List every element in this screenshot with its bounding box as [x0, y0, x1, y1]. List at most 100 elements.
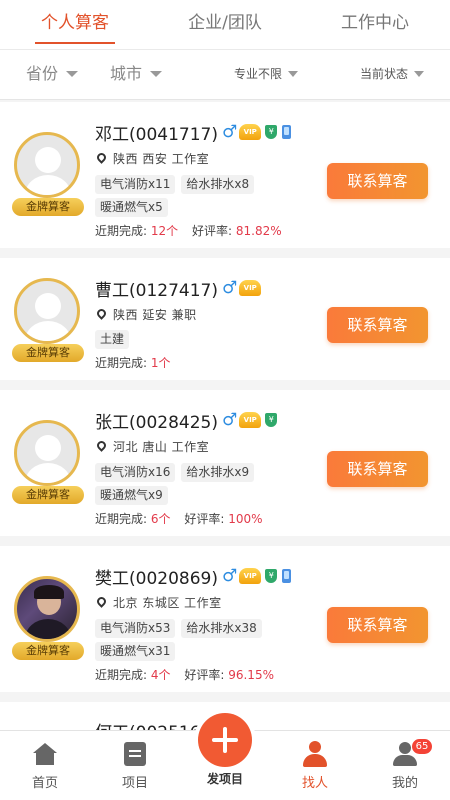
project-icon [124, 742, 146, 766]
worker-name: 张工(0028425) [95, 412, 218, 433]
location-pin-icon [95, 439, 108, 452]
rating-label: 好评率: [191, 224, 233, 238]
location-pin-icon [95, 307, 108, 320]
nav-label: 我的 [391, 776, 418, 791]
avatar [14, 420, 80, 486]
status-filter[interactable]: 当前状态 [360, 50, 425, 100]
specialty-filter[interactable]: 专业不限 [234, 50, 299, 100]
nav-label: 项目 [121, 776, 148, 791]
shield-icon: ¥ [265, 413, 278, 427]
filter-label: 城市 [110, 64, 143, 83]
avatar-container: 金牌算客 [12, 132, 84, 216]
location-pin-icon [95, 595, 108, 608]
nav-label: 首页 [31, 776, 58, 791]
worker-name-row: 樊工(0020869) ♂ VIP ¥ [95, 564, 292, 589]
bottom-navigation: 首页 项目 发项目 找人 65 我的 [0, 713, 450, 800]
skill-tag: 给水排水x9 [181, 463, 255, 482]
shield-icon: ¥ [265, 125, 278, 139]
contact-button[interactable]: 联系算客 [327, 307, 428, 343]
rating-value: 96.15% [228, 668, 274, 682]
worker-name-row: 邓工(0041717) ♂ VIP ¥ [95, 120, 292, 145]
avatar-container: 金牌算客 [12, 420, 84, 504]
worker-location: 陕西 西安 工作室 [95, 150, 210, 167]
gold-level-badge: 金牌算客 [12, 486, 84, 504]
worker-name: 曹工(0127417) [95, 280, 218, 301]
worker-stats: 近期完成: 1个 [95, 354, 171, 371]
worker-name-row: 曹工(0127417) ♂ VIP [95, 276, 262, 301]
male-icon: ♂ [221, 410, 238, 430]
tab-label: 企业/团队 [188, 13, 262, 33]
vip-icon: VIP [239, 124, 262, 140]
nav-find-person[interactable]: 找人 [270, 731, 360, 800]
worker-stats: 近期完成: 12个 好评率: 81.82% [95, 222, 282, 239]
recent-label: 近期完成: [95, 512, 148, 526]
skill-tag: 给水排水x38 [181, 619, 262, 638]
location-text: 北京 东城区 工作室 [113, 596, 222, 610]
nav-label: 发项目 [206, 772, 243, 786]
recent-label: 近期完成: [95, 356, 148, 370]
worker-card[interactable]: 金牌算客 张工(0028425) ♂ VIP ¥ 河北 唐山 工作室 电气消防x… [0, 390, 450, 536]
province-filter[interactable]: 省份 [26, 50, 79, 100]
location-text: 河北 唐山 工作室 [113, 440, 210, 454]
location-text: 陕西 延安 兼职 [113, 308, 197, 322]
tab-enterprise[interactable]: 企业/团队 [150, 0, 300, 49]
vip-icon: VIP [239, 568, 262, 584]
nav-label: 找人 [301, 776, 328, 791]
skill-tag: 电气消防x11 [95, 175, 176, 194]
caret-down-icon [150, 70, 163, 77]
nav-profile[interactable]: 65 我的 [360, 731, 450, 800]
home-icon [33, 743, 57, 765]
gold-level-badge: 金牌算客 [12, 198, 84, 216]
filter-label: 当前状态 [360, 67, 409, 81]
recent-label: 近期完成: [95, 224, 148, 238]
location-pin-icon [95, 151, 108, 164]
avatar [14, 278, 80, 344]
worker-stats: 近期完成: 4个 好评率: 96.15% [95, 666, 274, 683]
male-icon: ♂ [221, 566, 238, 586]
caret-down-icon [288, 70, 299, 77]
caret-down-icon [66, 70, 79, 77]
contact-button[interactable]: 联系算客 [327, 163, 428, 199]
filter-label: 省份 [26, 64, 59, 83]
skill-tags: 土建 [95, 330, 315, 353]
male-icon: ♂ [221, 278, 238, 298]
filter-label: 专业不限 [234, 67, 283, 81]
recent-label: 近期完成: [95, 668, 148, 682]
find-person-icon [303, 741, 327, 767]
tab-work-center[interactable]: 工作中心 [300, 0, 450, 49]
skill-tags: 电气消防x16 给水排水x9 暖通燃气x9 [95, 463, 315, 509]
worker-name: 樊工(0020869) [95, 568, 218, 589]
shield-icon: ¥ [265, 569, 278, 583]
contact-button[interactable]: 联系算客 [327, 451, 428, 487]
location-text: 陕西 西安 工作室 [113, 152, 210, 166]
skill-tag: 电气消防x16 [95, 463, 176, 482]
nav-post-project[interactable]: 发项目 [180, 713, 270, 800]
gold-level-badge: 金牌算客 [12, 344, 84, 362]
worker-name-row: 张工(0028425) ♂ VIP ¥ [95, 408, 278, 433]
worker-location: 河北 唐山 工作室 [95, 438, 210, 455]
contact-button[interactable]: 联系算客 [327, 607, 428, 643]
skill-tag: 暖通燃气x9 [95, 486, 168, 505]
nav-home[interactable]: 首页 [0, 731, 90, 800]
tab-label: 工作中心 [341, 13, 409, 33]
skill-tags: 电气消防x11 给水排水x8 暖通燃气x5 [95, 175, 315, 221]
worker-name: 邓工(0041717) [95, 124, 218, 145]
tab-personal[interactable]: 个人算客 [0, 0, 150, 49]
skill-tag: 暖通燃气x31 [95, 642, 176, 661]
nav-projects[interactable]: 项目 [90, 731, 180, 800]
phone-icon [282, 125, 292, 139]
rating-value: 100% [228, 512, 263, 526]
worker-card[interactable]: 金牌算客 邓工(0041717) ♂ VIP ¥ 陕西 西安 工作室 电气消防x… [0, 102, 450, 248]
worker-card[interactable]: 金牌算客 樊工(0020869) ♂ VIP ¥ 北京 东城区 工作室 电气消防… [0, 546, 450, 692]
recent-count: 4个 [150, 668, 171, 682]
top-tab-bar: 个人算客 企业/团队 工作中心 [0, 0, 450, 50]
plus-icon[interactable] [198, 713, 252, 767]
city-filter[interactable]: 城市 [110, 50, 163, 100]
recent-count: 6个 [150, 512, 171, 526]
notification-badge: 65 [412, 739, 432, 754]
worker-card[interactable]: 金牌算客 曹工(0127417) ♂ VIP 陕西 延安 兼职 土建 近期完成:… [0, 258, 450, 380]
avatar [14, 576, 80, 642]
skill-tags: 电气消防x53 给水排水x38 暖通燃气x31 [95, 619, 315, 665]
skill-tag: 电气消防x53 [95, 619, 176, 638]
vip-icon: VIP [239, 280, 262, 296]
